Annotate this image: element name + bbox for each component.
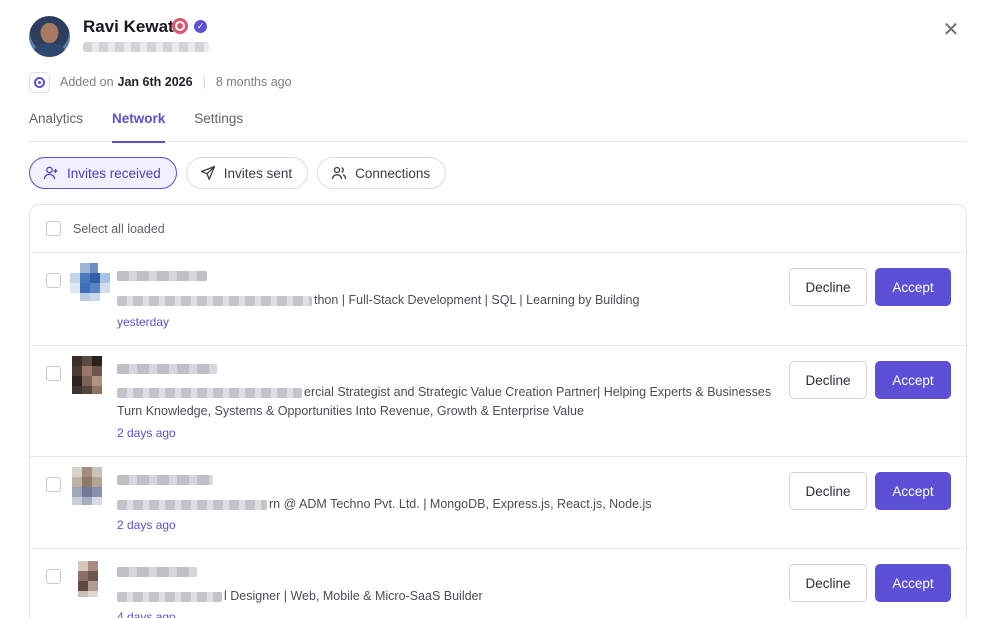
invite-actions: Decline Accept — [789, 564, 951, 602]
invite-avatar — [70, 559, 110, 597]
filter-label: Invites sent — [223, 165, 293, 181]
invite-actions: Decline Accept — [789, 268, 951, 306]
filter-invites-received[interactable]: Invites received — [29, 157, 177, 189]
invite-name-redacted — [117, 364, 217, 374]
invite-time: 2 days ago — [117, 518, 176, 532]
invites-list: Select all loaded thon | Full-Stack Deve… — [29, 204, 967, 618]
send-icon — [200, 165, 215, 180]
invite-headline: l Designer | Web, Mobile & Micro-SaaS Bu… — [117, 587, 797, 606]
decline-button[interactable]: Decline — [789, 361, 867, 399]
invite-actions: Decline Accept — [789, 472, 951, 510]
profile-header: Ravi Kewat ✓ ✕ — [29, 15, 969, 59]
divider: | — [202, 75, 206, 89]
added-relative: 8 months ago — [215, 75, 292, 89]
list-item: rn @ ADM Techno Pvt. Ltd. | MongoDB, Exp… — [30, 457, 966, 549]
filter-label: Connections — [355, 165, 431, 181]
select-all-checkbox[interactable] — [46, 221, 61, 236]
source-icon — [29, 71, 50, 93]
invite-name-redacted — [117, 567, 197, 577]
filter-connections[interactable]: Connections — [317, 157, 447, 189]
close-icon[interactable]: ✕ — [939, 17, 963, 41]
decline-button[interactable]: Decline — [789, 564, 867, 602]
invite-avatar — [70, 263, 110, 301]
select-all-label: Select all loaded — [73, 221, 165, 236]
network-filters: Invites received Invites sent Connection… — [29, 157, 447, 189]
profile-name: Ravi Kewat — [83, 17, 174, 36]
invite-headline: rn @ ADM Techno Pvt. Ltd. | MongoDB, Exp… — [117, 495, 797, 514]
invite-time: 4 days ago — [117, 610, 176, 618]
accept-button[interactable]: Accept — [875, 361, 951, 399]
tab-settings[interactable]: Settings — [194, 108, 243, 142]
invite-time: 2 days ago — [117, 426, 176, 440]
accept-button[interactable]: Accept — [875, 472, 951, 510]
user-plus-icon — [43, 166, 58, 180]
tab-bar: Analytics Network Settings — [29, 108, 967, 143]
select-all-row: Select all loaded — [30, 205, 966, 253]
invite-name-redacted — [117, 475, 213, 485]
filter-invites-sent[interactable]: Invites sent — [185, 157, 309, 189]
users-icon — [331, 166, 347, 180]
tab-network[interactable]: Network — [112, 108, 166, 143]
profile-badges: ✓ — [172, 18, 207, 34]
invite-time: yesterday — [117, 315, 170, 329]
accept-button[interactable]: Accept — [875, 268, 951, 306]
verified-icon: ✓ — [194, 19, 207, 33]
tab-analytics[interactable]: Analytics — [29, 108, 83, 142]
filter-label: Invites received — [67, 165, 161, 181]
invite-headline: thon | Full-Stack Development | SQL | Le… — [117, 291, 797, 310]
decline-button[interactable]: Decline — [789, 268, 867, 306]
invite-avatar — [70, 356, 110, 394]
added-label: Added on — [60, 75, 114, 89]
avatar — [29, 16, 70, 57]
list-item: l Designer | Web, Mobile & Micro-SaaS Bu… — [30, 549, 966, 618]
list-item: thon | Full-Stack Development | SQL | Le… — [30, 253, 966, 346]
profile-meta: Added on Jan 6th 2026 | 8 months ago — [29, 71, 292, 93]
accept-button[interactable]: Accept — [875, 564, 951, 602]
profile-handle-redacted — [83, 42, 209, 52]
row-checkbox[interactable] — [46, 477, 61, 492]
row-checkbox[interactable] — [46, 366, 61, 381]
invite-name-redacted — [117, 271, 207, 281]
invite-headline: ercial Strategist and Strategic Value Cr… — [117, 385, 772, 418]
list-item: ercial Strategist and Strategic Value Cr… — [30, 346, 966, 457]
added-date: Jan 6th 2026 — [117, 75, 193, 89]
row-checkbox[interactable] — [46, 569, 61, 584]
decline-button[interactable]: Decline — [789, 472, 867, 510]
row-checkbox[interactable] — [46, 273, 61, 288]
invite-actions: Decline Accept — [789, 361, 951, 399]
invite-avatar — [70, 467, 110, 505]
target-icon — [172, 18, 188, 34]
